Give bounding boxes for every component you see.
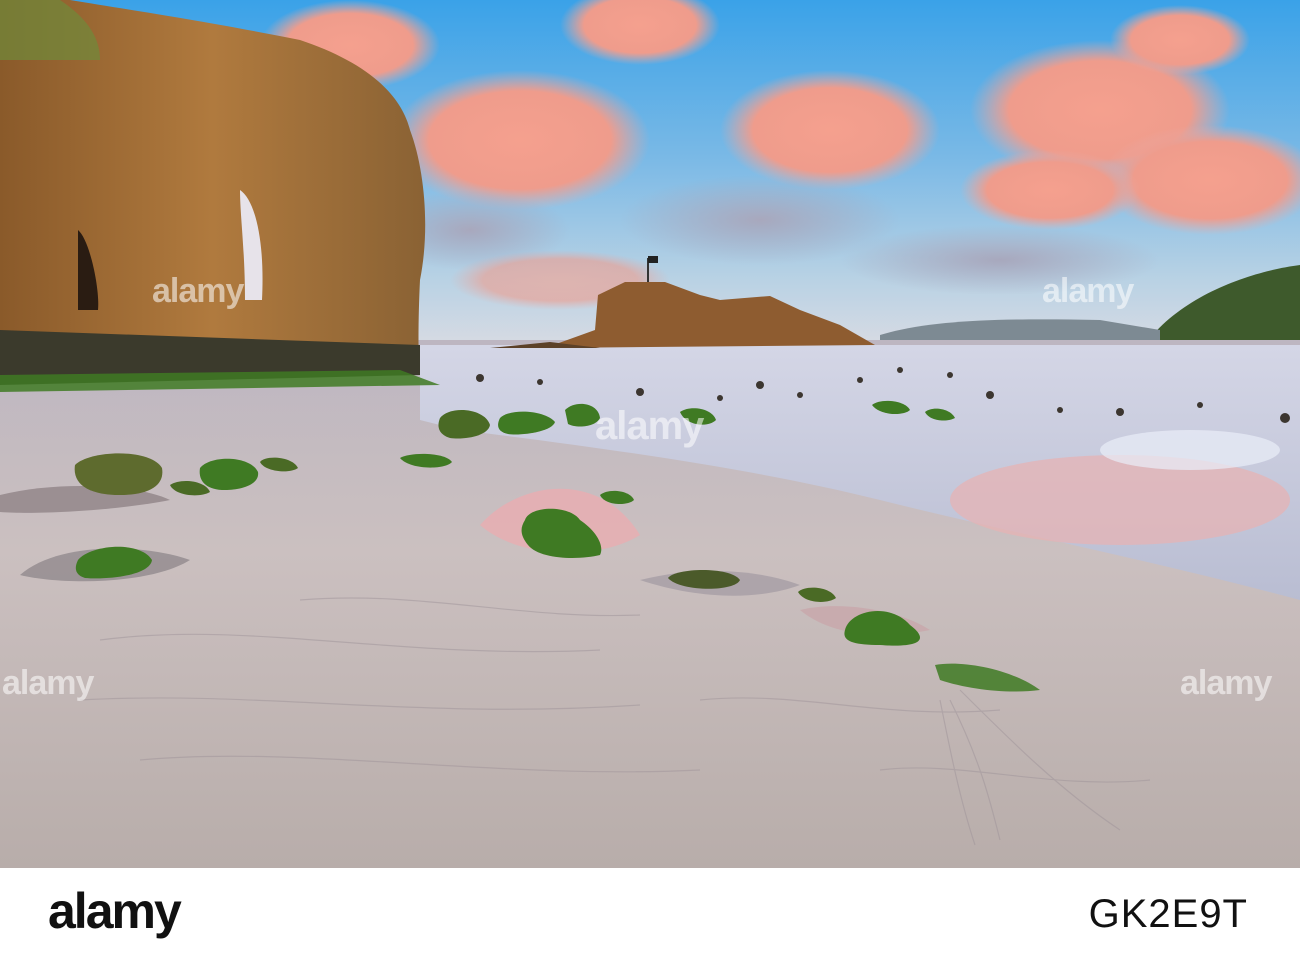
beach-photo: alamy alamy alamy alamy alamy xyxy=(0,0,1300,868)
photo-canvas xyxy=(0,0,1300,868)
footer-bar: alamy GK2E9T xyxy=(0,868,1300,956)
image-id: GK2E9T xyxy=(1088,892,1248,936)
brand-logo: alamy xyxy=(48,883,182,939)
pink-reflection xyxy=(950,455,1290,545)
